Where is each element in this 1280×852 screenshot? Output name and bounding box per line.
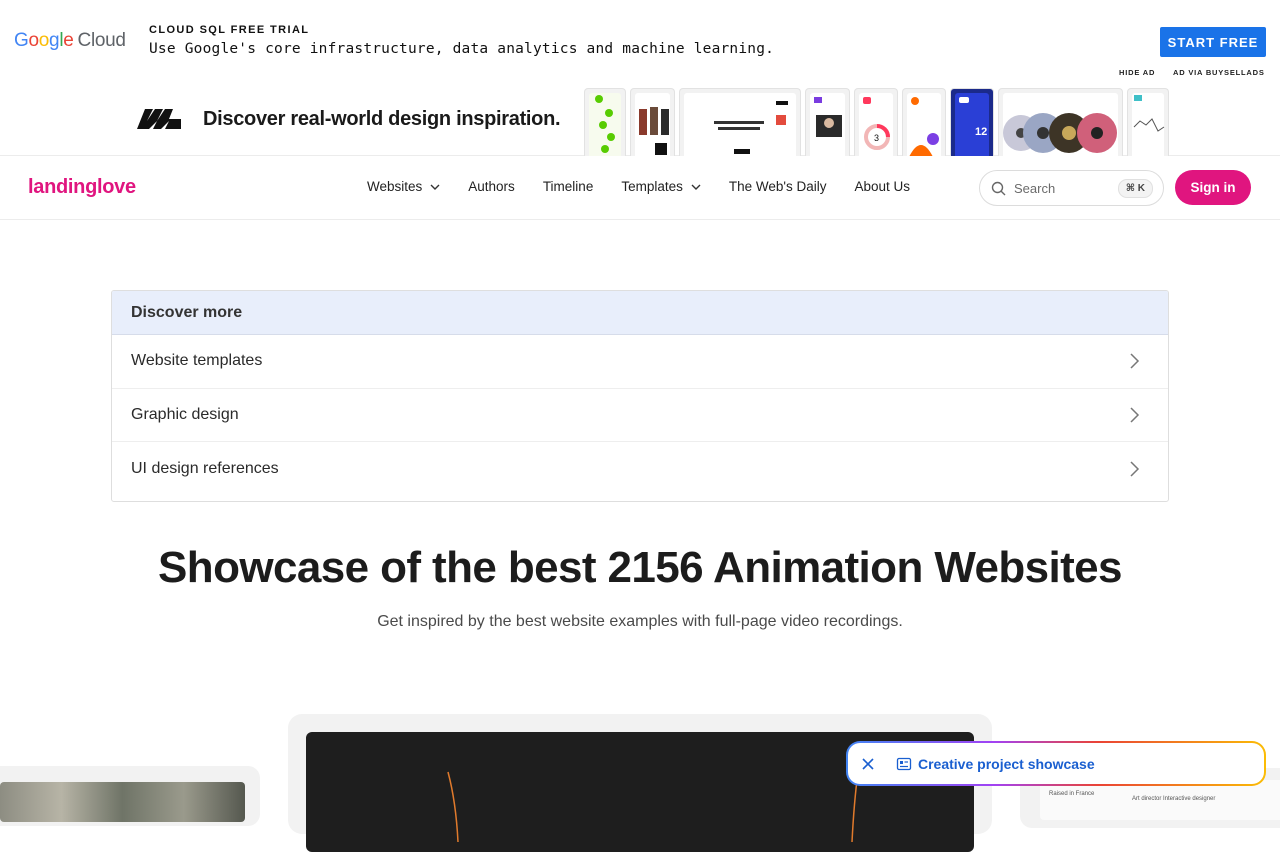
inspiration-thumbnails: 3 12 <box>584 88 1169 156</box>
discover-item-website-templates[interactable]: Website templates <box>112 335 1168 389</box>
nav-item-label: Templates <box>621 179 683 194</box>
showcase-card[interactable] <box>0 766 260 826</box>
discover-heading: Discover more <box>112 291 1168 335</box>
hide-ad-link[interactable]: HIDE AD <box>1119 68 1155 77</box>
duolingo-path-icon <box>595 95 615 153</box>
chevron-right-icon <box>1130 353 1140 369</box>
nav-item-webs-daily[interactable]: The Web's Daily <box>729 179 827 194</box>
pill-body: Creative project showcase <box>848 743 1264 784</box>
counter-card-icon: 12 <box>959 97 987 138</box>
ad-bar: Google Cloud CLOUD SQL FREE TRIAL Use Goo… <box>0 0 1280 84</box>
nav-item-label: Websites <box>367 179 423 194</box>
pill-label[interactable]: Creative project showcase <box>918 756 1095 772</box>
search-shortcut: ⌘ K <box>1117 178 1153 198</box>
thumbnail <box>805 88 850 156</box>
page-subtitle: Get inspired by the best website example… <box>377 613 903 630</box>
discover-more-panel: Discover more Website templates Graphic … <box>111 290 1169 502</box>
start-free-button[interactable]: START FREE <box>1160 27 1266 57</box>
vinyl-records-icon <box>1003 113 1117 153</box>
gauge-widget-icon: 3 <box>863 97 890 150</box>
counter-value: 12 <box>975 126 987 138</box>
discover-item-ui-design-references[interactable]: UI design references <box>112 442 1168 496</box>
discover-item-label: Website templates <box>131 352 263 370</box>
ad-text[interactable]: Use Google's core infrastructure, data a… <box>149 41 774 57</box>
thumbnail <box>630 88 675 156</box>
ad-via-link[interactable]: AD VIA BUYSELLADS <box>1173 68 1265 77</box>
thumbnail <box>1127 88 1169 156</box>
ad-kicker: CLOUD SQL FREE TRIAL <box>149 24 310 36</box>
logo-letter: o <box>38 30 50 51</box>
logo-letter: o <box>28 30 39 51</box>
showcase-screenshot: Raised in France Art director Interactiv… <box>1040 780 1280 820</box>
line-chart-icon <box>1133 95 1165 132</box>
showcase-screenshot <box>0 782 245 822</box>
logo-letter: e <box>63 30 74 51</box>
inspiration-text: Discover real-world design inspiration. <box>203 108 561 130</box>
discover-item-label: UI design references <box>131 459 279 477</box>
chevron-down-icon <box>430 184 440 190</box>
article-preview-icon <box>714 101 788 154</box>
nav-item-websites[interactable]: Websites <box>367 179 440 194</box>
nav-links: Websites Authors Timeline Templates The … <box>367 179 938 194</box>
search-placeholder: Search <box>1014 180 1056 196</box>
inspiration-banner[interactable]: Discover real-world design inspiration. <box>0 84 1280 156</box>
thumbnail <box>584 88 626 156</box>
profile-photo-icon <box>814 97 842 137</box>
chevron-down-icon <box>691 184 701 190</box>
gauge-value: 3 <box>874 133 879 143</box>
nav-item-label: About Us <box>854 179 911 194</box>
logo-cloud-word: Cloud <box>77 30 126 51</box>
google-cloud-logo[interactable]: Google Cloud <box>14 30 126 52</box>
logo-letter: G <box>14 30 29 51</box>
discover-item-label: Graphic design <box>131 405 239 423</box>
nav-item-label: Timeline <box>542 179 594 194</box>
discover-item-graphic-design[interactable]: Graphic design <box>112 389 1168 442</box>
search-icon <box>991 181 1006 195</box>
thumbnail <box>902 88 946 156</box>
creative-showcase-pill: Creative project showcase <box>846 741 1266 786</box>
search-input[interactable]: Search ⌘ K <box>979 170 1164 206</box>
chevron-right-icon <box>1130 461 1140 477</box>
thumbnail <box>998 88 1123 156</box>
nav-item-authors[interactable]: Authors <box>468 179 515 194</box>
nav-item-about-us[interactable]: About Us <box>854 179 910 194</box>
nav-item-timeline[interactable]: Timeline <box>543 179 594 194</box>
orange-shapes-icon <box>909 97 939 156</box>
nav-item-templates[interactable]: Templates <box>621 179 701 194</box>
thumbnail <box>679 88 801 156</box>
thumbnail: 12 <box>950 88 994 156</box>
chevron-right-icon <box>1130 407 1140 423</box>
sign-in-button[interactable]: Sign in <box>1175 170 1251 205</box>
fashion-figures-icon <box>639 107 669 155</box>
brand-mark-icon <box>137 109 181 129</box>
page-title: Showcase of the best 2156 Animation Webs… <box>158 543 1122 592</box>
close-icon <box>862 757 874 770</box>
pill-close-button[interactable] <box>848 743 888 784</box>
brand-logo[interactable]: landinglove <box>28 176 136 199</box>
card-snippet: Art director Interactive designer <box>1132 796 1216 802</box>
main-nav: landinglove Websites Authors Timeline Te… <box>0 156 1280 220</box>
nav-item-label: Authors <box>468 179 515 194</box>
thumbnail: 3 <box>854 88 898 156</box>
nav-item-label: The Web's Daily <box>728 179 827 194</box>
card-snippet: Raised in France <box>1049 791 1095 797</box>
article-icon <box>896 757 912 770</box>
logo-letter: g <box>49 30 60 51</box>
